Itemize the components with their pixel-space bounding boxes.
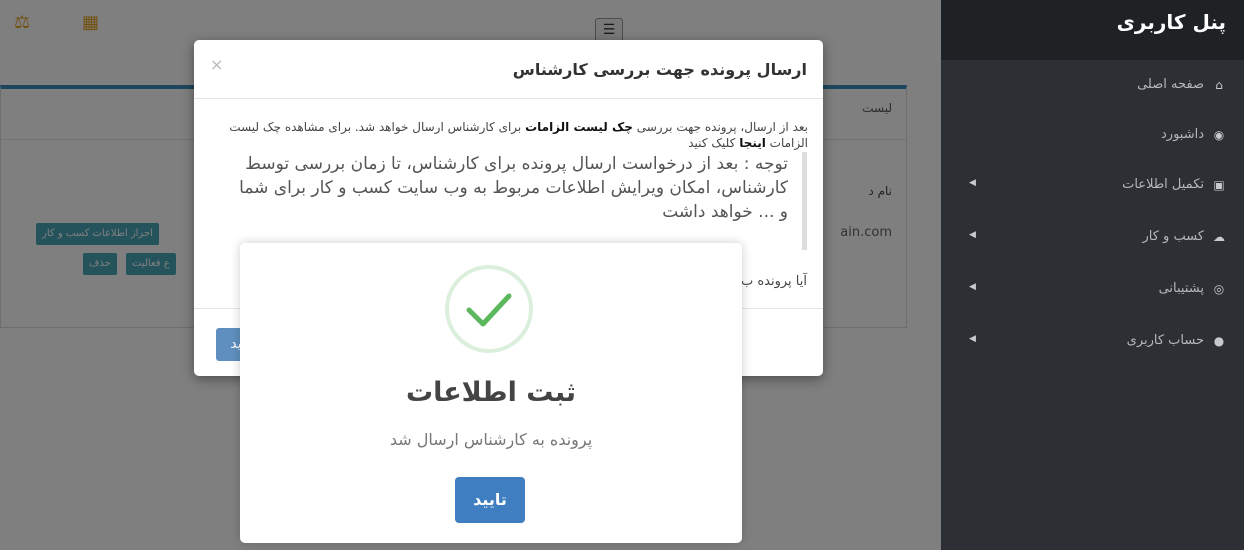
- chevron-left-icon: ◀: [969, 334, 976, 344]
- chevron-left-icon: ◀: [969, 230, 976, 240]
- note-box: توجه : بعد از درخواست ارسال پرونده برای …: [222, 152, 807, 250]
- sidebar-item-complete-info[interactable]: ▣ تکمیل اطلاعات ◀: [941, 162, 1244, 212]
- chevron-left-icon: ◀: [969, 178, 976, 188]
- check-icon: [445, 265, 533, 353]
- success-dialog: ثبت اطلاعات پرونده به کارشناس ارسال شد ت…: [240, 243, 742, 543]
- description-text: کلیک کنید: [688, 136, 740, 150]
- sidebar: پنل کاربری ⌂ صفحه اصلی ◉ داشبورد ▣ تکمیل…: [941, 0, 1244, 550]
- id-card-icon: ▣: [1213, 178, 1225, 192]
- sidebar-item-label: پشتیبانی: [1158, 281, 1204, 296]
- lifebuoy-icon: ◎: [1213, 282, 1225, 296]
- sidebar-item-label: داشبورد: [1161, 127, 1204, 142]
- chevron-left-icon: ◀: [969, 282, 976, 292]
- sidebar-item-home[interactable]: ⌂ صفحه اصلی: [941, 62, 1244, 112]
- close-icon[interactable]: ×: [210, 55, 223, 74]
- sidebar-header: پنل کاربری: [941, 0, 1244, 60]
- dialog-title: ثبت اطلاعات: [405, 377, 577, 408]
- modal-title: ارسال پرونده جهت بررسی کارشناس: [512, 60, 807, 79]
- sidebar-item-dashboard[interactable]: ◉ داشبورد: [941, 112, 1244, 162]
- sidebar-item-label: کسب و کار: [1142, 229, 1204, 244]
- sidebar-item-account[interactable]: ● حساب کاربری ◀: [941, 318, 1244, 368]
- sidebar-item-label: حساب کاربری: [1126, 333, 1204, 348]
- modal-header: ارسال پرونده جهت بررسی کارشناس ×: [194, 40, 823, 99]
- here-link[interactable]: اینجا: [739, 136, 766, 150]
- home-icon: ⌂: [1215, 78, 1223, 92]
- note-text: توجه : بعد از درخواست ارسال پرونده برای …: [239, 154, 788, 222]
- description-text: بعد از ارسال، پرونده جهت بررسی: [632, 120, 808, 134]
- sidebar-title: پنل کاربری: [1116, 10, 1226, 34]
- sidebar-item-label: صفحه اصلی: [1137, 77, 1204, 92]
- cloud-icon: ☁: [1213, 230, 1225, 244]
- dialog-message: پرونده به کارشناس ارسال شد: [389, 430, 593, 449]
- checklist-text: چک لیست الزامات: [525, 120, 633, 134]
- user-icon: ●: [1213, 334, 1225, 348]
- modal-description: بعد از ارسال، پرونده جهت بررسی چک لیست ا…: [208, 119, 808, 151]
- confirm-question: آیا پرونده ب: [740, 274, 807, 289]
- sidebar-item-support[interactable]: ◎ پشتیبانی ◀: [941, 266, 1244, 316]
- dashboard-icon: ◉: [1213, 128, 1225, 142]
- ok-button[interactable]: تایید: [455, 477, 525, 523]
- sidebar-item-label: تکمیل اطلاعات: [1122, 177, 1204, 192]
- sidebar-item-business[interactable]: ☁ کسب و کار ◀: [941, 214, 1244, 264]
